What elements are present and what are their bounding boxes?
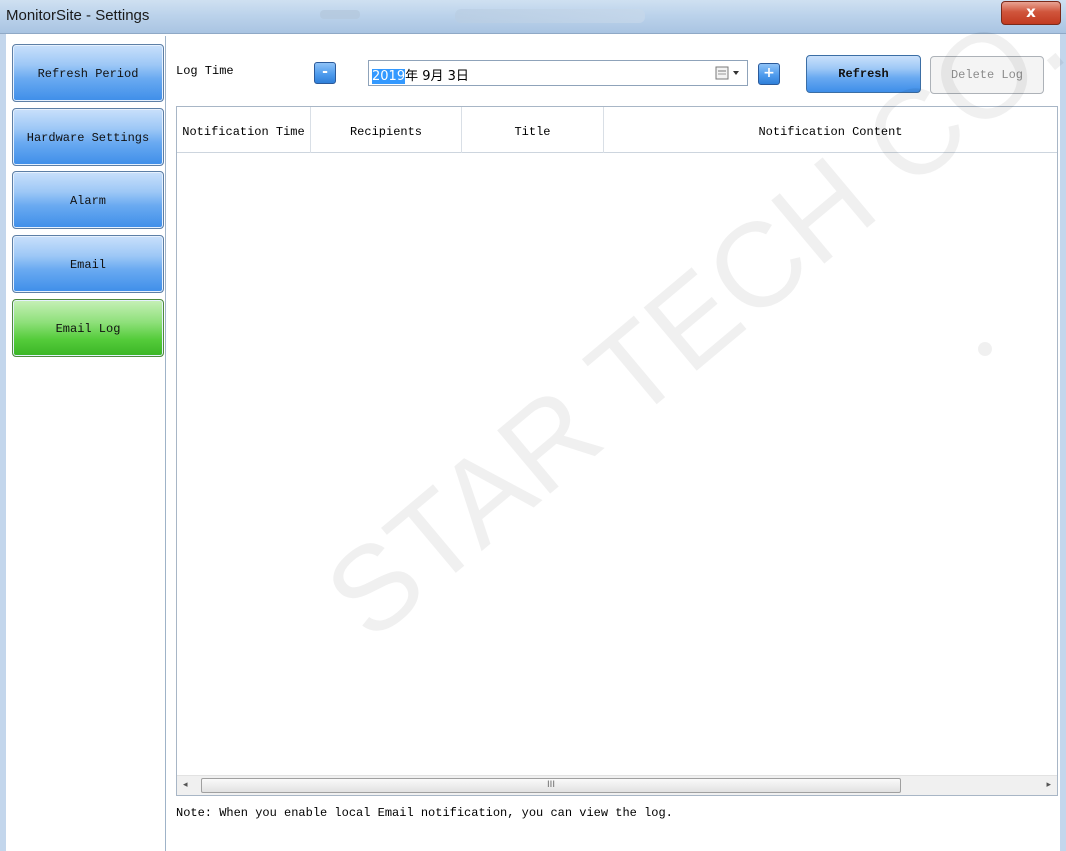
table-header: Notification Time Recipients Title Notif… [177,107,1057,153]
log-date-picker[interactable]: 2019年 9月 3日 [368,60,748,86]
log-time-label: Log Time [176,64,234,78]
next-day-button[interactable]: + [758,63,780,85]
sidebar-item-email-log[interactable]: Email Log [12,299,164,357]
watermark-dot [978,342,992,356]
column-header-recipients[interactable]: Recipients [311,107,462,153]
log-date-value[interactable]: 2019年 9月 3日 [372,65,469,84]
horizontal-scrollbar[interactable]: ◂ III ▸ [177,775,1057,795]
sidebar-item-email[interactable]: Email [12,235,164,293]
title-bar: MonitorSite - Settings x [0,0,1066,34]
previous-day-button[interactable]: - [314,62,336,84]
column-header-notification-content[interactable]: Notification Content [604,107,1057,153]
column-header-title[interactable]: Title [462,107,604,153]
window-title: MonitorSite - Settings [6,7,150,24]
sidebar-item-alarm[interactable]: Alarm [12,171,164,229]
delete-log-button[interactable]: Delete Log [930,56,1044,94]
blurred-title-fragment [320,10,360,19]
calendar-dropdown-icon[interactable] [715,66,743,80]
email-log-table: Notification Time Recipients Title Notif… [176,106,1058,796]
settings-sidebar: Refresh Period Hardware Settings Alarm E… [10,36,166,851]
scroll-left-arrow-icon[interactable]: ◂ [183,780,188,790]
note-text: Note: When you enable local Email notifi… [176,806,673,820]
close-window-button[interactable]: x [1001,1,1061,25]
sidebar-item-hardware-settings[interactable]: Hardware Settings [12,108,164,166]
date-month-day: 年 9月 3日 [405,69,469,84]
scroll-right-arrow-icon[interactable]: ▸ [1046,780,1051,790]
sidebar-item-refresh-period[interactable]: Refresh Period [12,44,164,102]
refresh-button[interactable]: Refresh [806,55,921,93]
blurred-title-fragment [455,9,645,23]
date-year: 2019 [372,69,406,84]
scrollbar-thumb[interactable]: III [201,778,901,793]
column-header-notification-time[interactable]: Notification Time [177,107,311,153]
